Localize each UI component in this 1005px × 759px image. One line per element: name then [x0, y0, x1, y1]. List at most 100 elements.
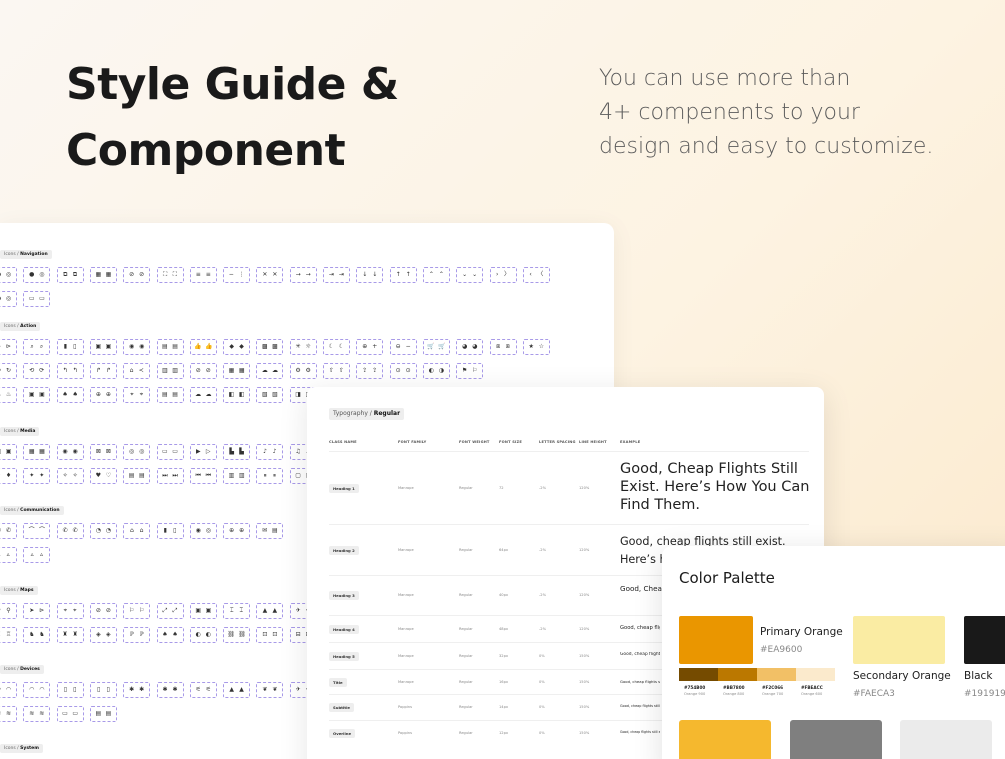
icon-variant-box[interactable]: ↑ ↑ [389, 267, 417, 283]
icon-variant-box[interactable]: ⌶ ⌶ [223, 603, 251, 619]
icon-variant-box[interactable]: 👍 👍 [189, 339, 217, 355]
icon-variant-box[interactable]: ▮ ▯ [56, 339, 84, 355]
icon-variant-box[interactable]: ▧ ▧ [256, 387, 284, 403]
icon-variant-box[interactable]: ➤⊳ [0, 339, 17, 355]
icon-variant-box[interactable]: ▭ ▭ [23, 291, 51, 307]
icon-variant-box[interactable]: ⊘ ⊘ [123, 267, 151, 283]
icon-variant-box[interactable]: ☁ ☁ [189, 387, 217, 403]
icon-variant-box[interactable]: ⌕ ⌕ [23, 339, 51, 355]
icon-variant-box[interactable]: ◔ ◔ [89, 523, 117, 539]
icon-variant-box[interactable]: ≡ ≡ [189, 267, 217, 283]
icon-variant-box[interactable]: ⊕ + [356, 339, 384, 355]
icon-variant-box[interactable]: ⌖ ⌖ [56, 603, 84, 619]
icon-variant-box[interactable]: ▣▣ [23, 387, 51, 403]
icon-variant-box[interactable]: ▩ ▩ [256, 339, 284, 355]
icon-variant-box[interactable]: ⛶ ⛶ [156, 267, 184, 283]
icon-variant-box[interactable]: ✉ ▤ [256, 523, 284, 539]
icon-variant-box[interactable]: ◐ ◑ [422, 363, 450, 379]
icon-variant-box[interactable]: ☾ ☾ [323, 339, 350, 355]
icon-variant-box[interactable]: ⌒ ⌒ [23, 523, 51, 539]
icon-variant-box[interactable]: ▦ ▦ [23, 444, 51, 460]
icon-variant-box[interactable]: ⧉ ⧉ [56, 267, 84, 283]
icon-variant-box[interactable]: ♠ ♠ [56, 387, 84, 403]
icon-variant-box[interactable]: ≋≋ [23, 706, 51, 722]
icon-variant-box[interactable]: ◠◠ [23, 682, 51, 698]
icon-variant-box[interactable]: ⏮ ⏮ [189, 468, 217, 484]
icon-variant-box[interactable]: ⌄ ⌄ [456, 267, 484, 283]
icon-variant-box[interactable]: ⤢ ⤢ [156, 603, 184, 619]
icon-variant-box[interactable]: ▯ ▯ [56, 682, 84, 698]
icon-variant-box[interactable]: ⧈ ⧈ [489, 339, 517, 355]
icon-variant-box[interactable]: ★ ☆ [522, 339, 550, 355]
icon-variant-box[interactable]: ◠◠ [0, 682, 17, 698]
icon-variant-box[interactable]: ◉ ◎ [189, 523, 217, 539]
icon-variant-box[interactable]: ❦ ❦ [256, 682, 284, 698]
icon-variant-box[interactable]: ⚙ ⚙ [289, 363, 317, 379]
icon-variant-box[interactable]: ▤ ▤ [123, 468, 151, 484]
icon-variant-box[interactable]: ♨♨ [0, 387, 17, 403]
icon-variant-box[interactable]: ◈ ◈ [89, 627, 117, 643]
icon-variant-box[interactable]: ▣▣ [0, 444, 17, 460]
icon-variant-box[interactable]: ℙℙ [123, 627, 151, 643]
icon-variant-box[interactable]: ✱ ✱ [156, 682, 184, 698]
icon-variant-box[interactable]: ⊙ ⊙ [389, 363, 417, 379]
icon-variant-box[interactable]: ⊕ ⊕ [223, 523, 251, 539]
icon-variant-box[interactable]: ▲ ▲ [256, 603, 284, 619]
icon-variant-box[interactable]: ☁ ☁ [256, 363, 284, 379]
icon-variant-box[interactable]: ⚑ ⚐ [456, 363, 484, 379]
icon-variant-box[interactable]: ⊡ ⊡ [256, 627, 284, 643]
icon-variant-box[interactable]: ✧ ✧ [56, 468, 84, 484]
icon-variant-box[interactable]: ≋≋ [0, 706, 17, 722]
icon-variant-box[interactable]: ⇪ ⇪ [356, 363, 384, 379]
icon-variant-box[interactable]: ♜ ♜ [56, 627, 84, 643]
icon-variant-box[interactable]: ◧ ◧ [223, 387, 251, 403]
icon-variant-box[interactable]: ◕ ◕ [456, 339, 484, 355]
icon-variant-box[interactable]: ▦ ▦ [223, 363, 251, 379]
icon-variant-box[interactable]: ⊘ ⊘ [189, 363, 217, 379]
icon-variant-box[interactable]: ♥ ♡ [89, 468, 117, 484]
icon-variant-box[interactable]: ▤ ▤ [156, 387, 184, 403]
icon-variant-box[interactable]: ◉ ◉ [123, 339, 151, 355]
icon-variant-box[interactable]: ⚐ ⚐ [123, 603, 151, 619]
icon-variant-box[interactable]: ↱ ↱ [89, 363, 117, 379]
icon-variant-box[interactable]: ◎ ◎ [123, 444, 151, 460]
icon-variant-box[interactable]: ⊠ ⊠ [89, 444, 117, 460]
icon-variant-box[interactable]: ▙ ▙ [223, 444, 251, 460]
icon-variant-box[interactable]: ✕ ✕ [256, 267, 284, 283]
icon-variant-box[interactable]: ⌂ ⌂ [123, 523, 151, 539]
icon-variant-box[interactable]: ⇧ ⇧ [323, 363, 350, 379]
icon-variant-box[interactable]: ⟲ ⟳ [23, 363, 51, 379]
icon-variant-box[interactable]: ◆ ◆ [223, 339, 251, 355]
icon-variant-box[interactable]: ⏸ ⏸ [256, 468, 284, 484]
icon-variant-box[interactable]: ▶ ▷ [189, 444, 217, 460]
icon-variant-box[interactable]: ✦ ✦ [23, 468, 51, 484]
icon-variant-box[interactable]: ↰ ↰ [56, 363, 84, 379]
icon-variant-box[interactable]: ▣▣ [189, 603, 217, 619]
icon-variant-box[interactable]: ▯ ▯ [89, 682, 117, 698]
icon-variant-box[interactable]: ●◎ [0, 291, 17, 307]
icon-variant-box[interactable]: ◉ ◉ [56, 444, 84, 460]
icon-variant-box[interactable]: ⚟ ⚟ [189, 682, 217, 698]
icon-variant-box[interactable]: ✆✆ [56, 523, 84, 539]
icon-variant-box[interactable]: ▵▵ [23, 547, 51, 563]
icon-variant-box[interactable]: ♪ ♪ [256, 444, 284, 460]
icon-variant-box[interactable]: ▥ ▥ [223, 468, 251, 484]
icon-variant-box[interactable]: ✱ ✱ [123, 682, 151, 698]
icon-variant-box[interactable]: ⊘ ⊘ [89, 603, 117, 619]
icon-variant-box[interactable]: ◐ ◐ [189, 627, 217, 643]
icon-variant-box[interactable]: ▤ ▤ [89, 706, 117, 722]
icon-variant-box[interactable]: ⊕ ⊕ [89, 387, 117, 403]
icon-variant-box[interactable]: › 〉 [489, 267, 517, 283]
icon-variant-box[interactable]: ♞ ♞ [23, 627, 51, 643]
icon-variant-box[interactable]: → → [289, 267, 317, 283]
icon-variant-box[interactable]: − ⋮ [223, 267, 251, 283]
icon-variant-box[interactable]: ▥ ▥ [156, 363, 184, 379]
icon-variant-box[interactable]: ⌂ ≺ [123, 363, 151, 379]
icon-variant-box[interactable]: ⛓ ⛓ [223, 627, 251, 643]
icon-variant-box[interactable]: ✳ ☼ [289, 339, 317, 355]
icon-variant-box[interactable]: ⚲⚲ [0, 603, 17, 619]
icon-variant-box[interactable]: ●◎ [0, 267, 17, 283]
icon-variant-box[interactable]: ▵▵ [0, 547, 17, 563]
icon-variant-box[interactable]: ↻↻ [0, 363, 17, 379]
icon-variant-box[interactable]: ⏭ ⏭ [156, 468, 184, 484]
